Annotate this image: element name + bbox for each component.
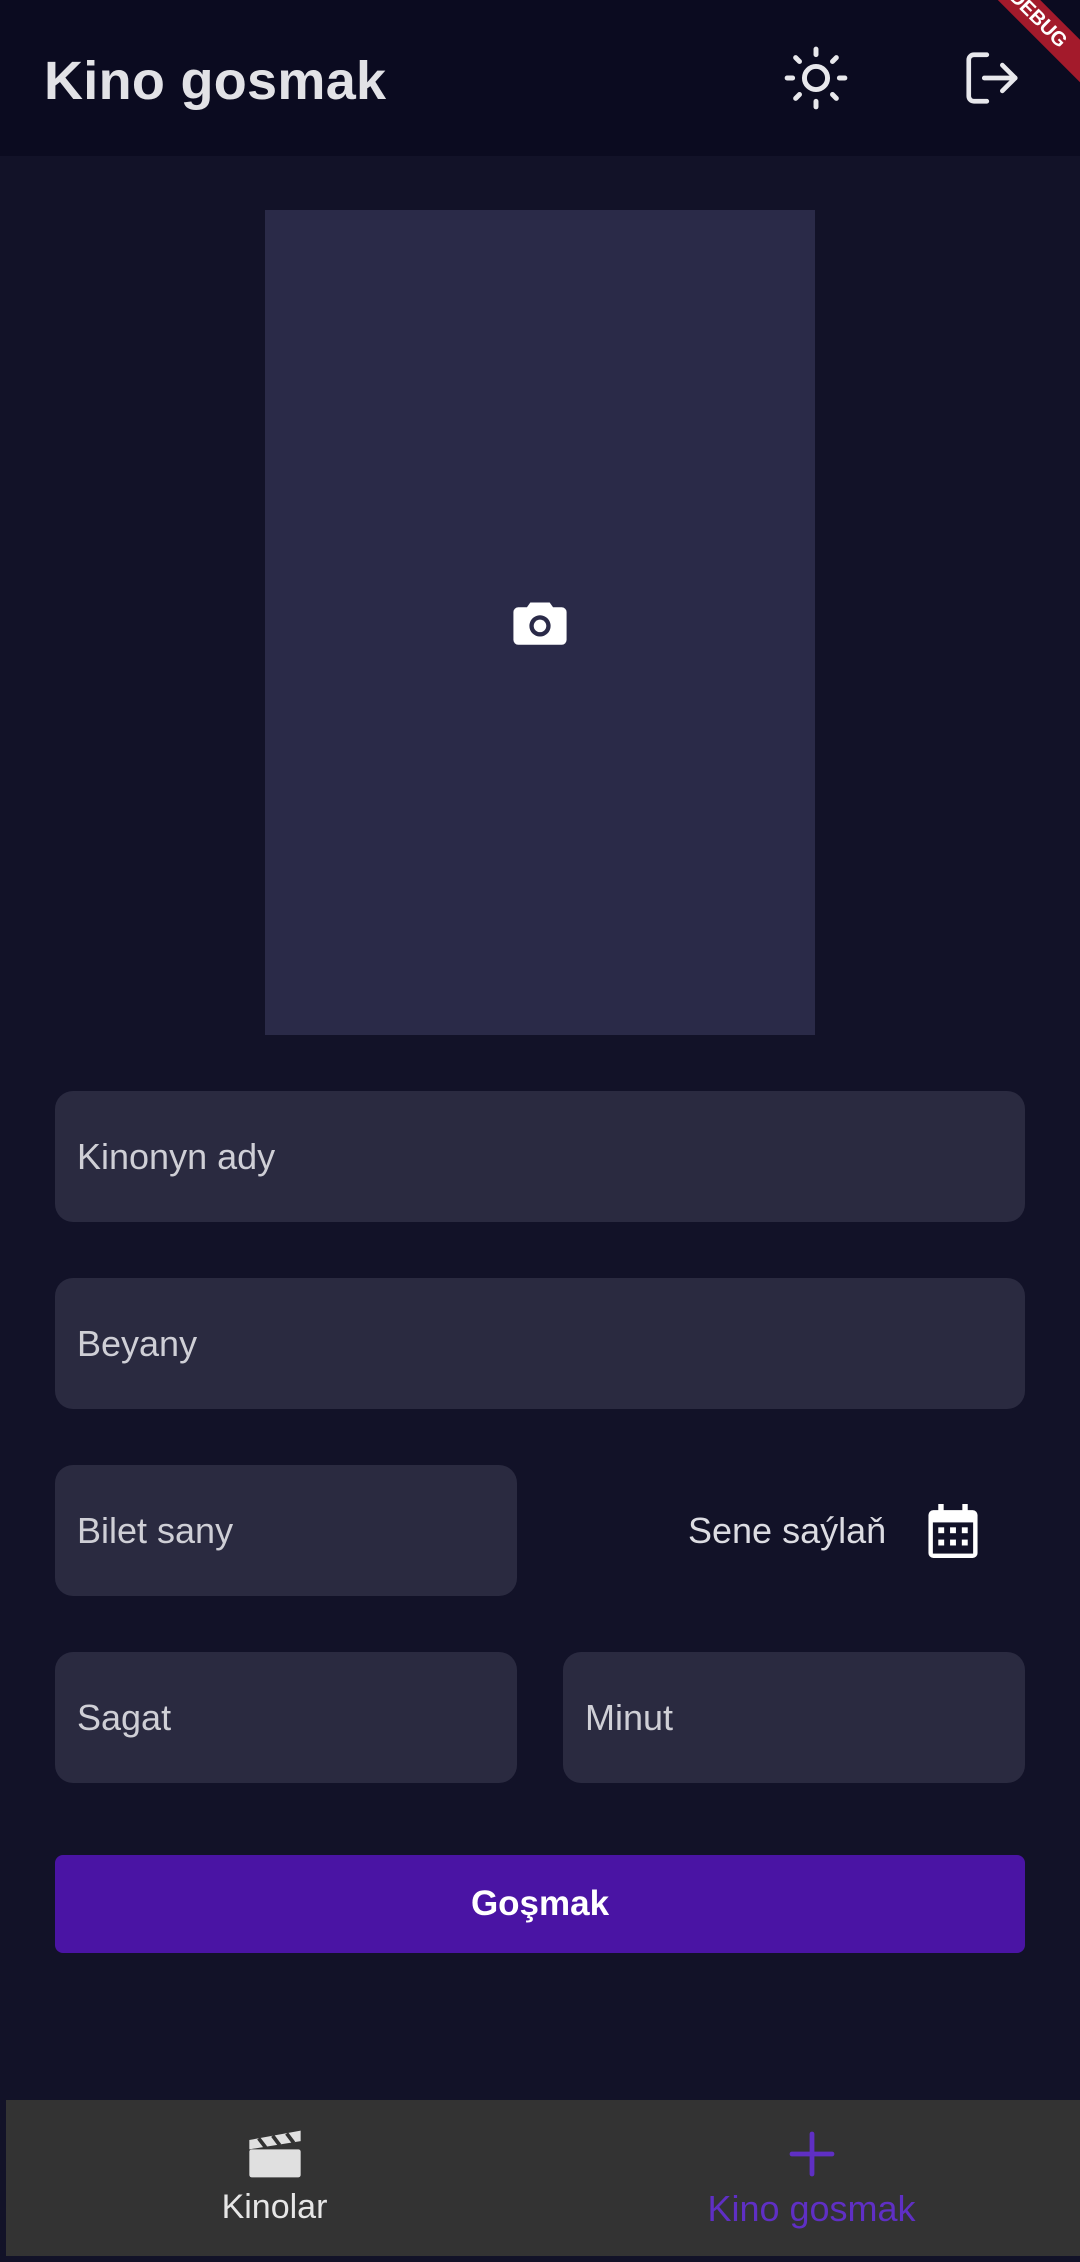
theme-toggle-button[interactable] bbox=[776, 38, 856, 118]
plus-icon bbox=[789, 2131, 834, 2177]
sun-icon bbox=[784, 46, 848, 110]
movie-title-placeholder: Kinonyn ady bbox=[77, 1135, 276, 1177]
minute-field[interactable]: Minut bbox=[563, 1652, 1025, 1783]
add-movie-button[interactable]: Goşmak bbox=[55, 1855, 1025, 1953]
date-picker-button[interactable]: Sene saýlaň bbox=[660, 1466, 1020, 1596]
ticket-count-field[interactable]: Bilet sany bbox=[55, 1465, 517, 1596]
ticket-count-placeholder: Bilet sany bbox=[77, 1509, 234, 1551]
add-movie-button-label: Goşmak bbox=[470, 1884, 610, 1923]
debug-banner-label: DEBUG bbox=[990, 0, 1080, 90]
poster-image-picker[interactable] bbox=[265, 210, 815, 1035]
nav-item-add-movie[interactable]: Kino gosmak bbox=[543, 2100, 1080, 2256]
clapperboard-icon bbox=[248, 2130, 301, 2178]
bottom-navigation: Kinolar Kino gosmak bbox=[6, 2100, 1080, 2256]
movie-title-field[interactable]: Kinonyn ady bbox=[55, 1091, 1025, 1222]
hour-field[interactable]: Sagat bbox=[55, 1652, 517, 1783]
description-placeholder: Beyany bbox=[77, 1322, 198, 1364]
page-title: Kino gosmak bbox=[44, 51, 387, 111]
nav-item-add-movie-label: Kino gosmak bbox=[707, 2188, 916, 2229]
nav-item-movies-label: Kinolar bbox=[221, 2188, 328, 2226]
minute-placeholder: Minut bbox=[585, 1696, 674, 1738]
date-picker-label: Sene saýlaň bbox=[688, 1510, 887, 1551]
nav-item-movies[interactable]: Kinolar bbox=[6, 2100, 543, 2256]
app-bar: Kino gosmak DEBUG bbox=[0, 0, 1080, 156]
calendar-icon bbox=[928, 1504, 978, 1558]
hour-placeholder: Sagat bbox=[77, 1696, 172, 1738]
description-field[interactable]: Beyany bbox=[55, 1278, 1025, 1409]
debug-banner: DEBUG bbox=[990, 0, 1080, 90]
camera-icon bbox=[513, 601, 567, 645]
